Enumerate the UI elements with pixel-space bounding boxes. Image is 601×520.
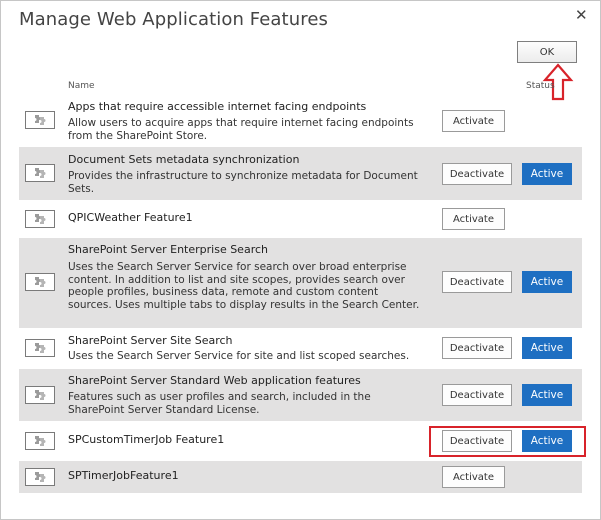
status-badge: Active <box>522 271 572 293</box>
status-badge: Active <box>522 163 572 185</box>
manage-features-dialog: Manage Web Application Features ✕ OK Nam… <box>0 0 601 520</box>
feature-puzzle-icon <box>25 164 55 182</box>
feature-puzzle-icon <box>25 111 55 129</box>
feature-name: Document Sets metadata synchronization <box>68 153 300 166</box>
feature-name: SharePoint Server Standard Web applicati… <box>68 374 361 387</box>
feature-row: QPICWeather Feature1 Activate <box>19 204 582 233</box>
activate-button[interactable]: Activate <box>442 466 505 488</box>
feature-puzzle-icon <box>25 468 55 486</box>
deactivate-button[interactable]: Deactivate <box>442 384 512 406</box>
column-header-status: Status <box>526 81 555 91</box>
feature-description: Uses the Search Server Service for site … <box>68 350 410 362</box>
feature-puzzle-icon <box>25 386 55 404</box>
feature-puzzle-icon <box>25 273 55 291</box>
activate-button[interactable]: Activate <box>442 208 505 230</box>
feature-description: Features such as user profiles and searc… <box>68 391 371 416</box>
highlight-box <box>429 426 586 457</box>
feature-name: Apps that require accessible internet fa… <box>68 100 367 113</box>
feature-name: SharePoint Server Site Search <box>68 334 233 347</box>
ok-button[interactable]: OK <box>517 41 577 63</box>
deactivate-button[interactable]: Deactivate <box>442 337 512 359</box>
column-header-name: Name <box>68 81 95 91</box>
feature-puzzle-icon <box>25 210 55 228</box>
feature-row: Apps that require accessible internet fa… <box>19 96 582 142</box>
feature-row: SPTimerJobFeature1 Activate <box>19 461 582 493</box>
feature-puzzle-icon <box>25 339 55 357</box>
feature-row: SharePoint Server Enterprise Search Uses… <box>19 238 582 328</box>
feature-description: Provides the infrastructure to synchroni… <box>68 170 418 195</box>
dialog-title: Manage Web Application Features <box>19 9 328 30</box>
feature-puzzle-icon <box>25 432 55 450</box>
close-icon[interactable]: ✕ <box>575 6 588 24</box>
feature-name: SharePoint Server Enterprise Search <box>68 243 268 256</box>
deactivate-button[interactable]: Deactivate <box>442 271 512 293</box>
feature-row: SharePoint Server Standard Web applicati… <box>19 369 582 421</box>
feature-name: SPCustomTimerJob Feature1 <box>68 433 225 446</box>
feature-description: Uses the Search Server Service for searc… <box>68 261 420 311</box>
feature-name: QPICWeather Feature1 <box>68 211 193 224</box>
feature-description: Allow users to acquire apps that require… <box>68 117 414 142</box>
activate-button[interactable]: Activate <box>442 110 505 132</box>
status-badge: Active <box>522 384 572 406</box>
feature-name: SPTimerJobFeature1 <box>68 469 179 482</box>
deactivate-button[interactable]: Deactivate <box>442 163 512 185</box>
feature-row: Document Sets metadata synchronization P… <box>19 147 582 200</box>
status-badge: Active <box>522 337 572 359</box>
feature-row: SharePoint Server Site Search Uses the S… <box>19 331 582 365</box>
